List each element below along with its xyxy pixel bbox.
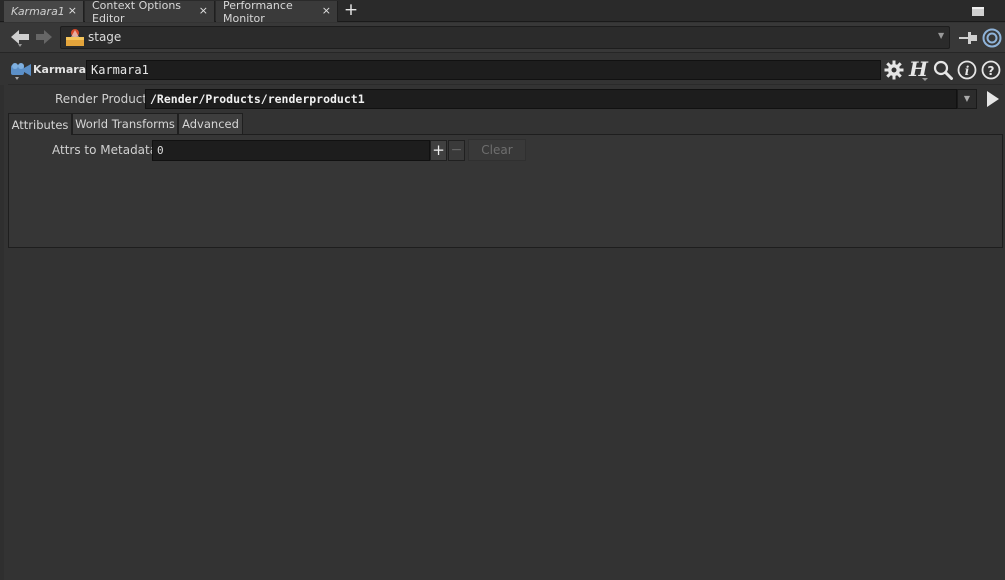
header-divider — [8, 84, 1003, 85]
tab-karmara1[interactable]: Karmara1 × — [4, 1, 84, 22]
add-entry-button[interactable]: + — [430, 140, 447, 161]
tab-label: Attributes — [11, 117, 69, 132]
search-icon[interactable] — [933, 60, 953, 80]
select-arrow-icon[interactable] — [985, 89, 1001, 109]
karma-camera-icon — [11, 63, 31, 80]
tab-label: Karmara1 — [11, 5, 65, 18]
render-product-field[interactable]: /Render/Products/renderproduct1 — [145, 89, 957, 109]
node-name-field[interactable]: Karmara1 — [86, 60, 881, 80]
close-icon[interactable]: × — [68, 4, 77, 17]
svg-text:?: ? — [988, 64, 995, 78]
svg-text:H: H — [908, 58, 929, 81]
hscript-icon[interactable]: H — [908, 58, 930, 82]
chevron-down-icon[interactable]: ▼ — [938, 31, 948, 43]
clear-button[interactable]: Clear — [468, 139, 526, 161]
tab-context-options-editor[interactable]: Context Options Editor × — [85, 0, 215, 25]
attrs-to-metadata-field[interactable]: 0 — [152, 140, 430, 161]
tab-advanced[interactable]: Advanced — [178, 113, 243, 134]
chevron-down-icon[interactable]: ▼ — [957, 89, 977, 109]
network-path-field[interactable] — [60, 26, 950, 49]
path-label: stage — [88, 30, 122, 44]
pin-icon[interactable] — [958, 29, 978, 47]
pane-menu-icon[interactable] — [972, 7, 984, 16]
tab-label: Context Options Editor — [92, 0, 182, 25]
help-icon[interactable]: ? — [981, 60, 1001, 80]
back-arrow-icon[interactable] — [10, 29, 30, 47]
tab-label: World Transforms — [75, 117, 175, 131]
add-tab-button[interactable]: + — [343, 1, 359, 21]
left-gutter — [0, 85, 4, 580]
svg-text:i: i — [965, 64, 970, 78]
tab-label: Performance Monitor — [223, 0, 293, 25]
stage-icon — [66, 29, 84, 46]
tab-label: Advanced — [182, 117, 239, 131]
tab-world-transforms[interactable]: World Transforms — [72, 113, 178, 134]
render-product-label: Render Product — [55, 92, 148, 106]
close-icon[interactable]: × — [322, 4, 331, 17]
tab-performance-monitor[interactable]: Performance Monitor × — [216, 0, 338, 25]
node-type-label: Karmara — [33, 63, 87, 76]
tab-attributes[interactable]: Attributes — [8, 113, 72, 135]
link-circle-icon[interactable] — [982, 28, 1002, 48]
gear-icon[interactable] — [884, 60, 904, 80]
close-icon[interactable]: × — [199, 4, 208, 17]
forward-arrow-icon[interactable] — [35, 29, 53, 47]
info-icon[interactable]: i — [957, 60, 977, 80]
attrs-to-metadata-label: Attrs to Metadata — [52, 143, 158, 157]
remove-entry-button[interactable]: − — [448, 140, 465, 161]
